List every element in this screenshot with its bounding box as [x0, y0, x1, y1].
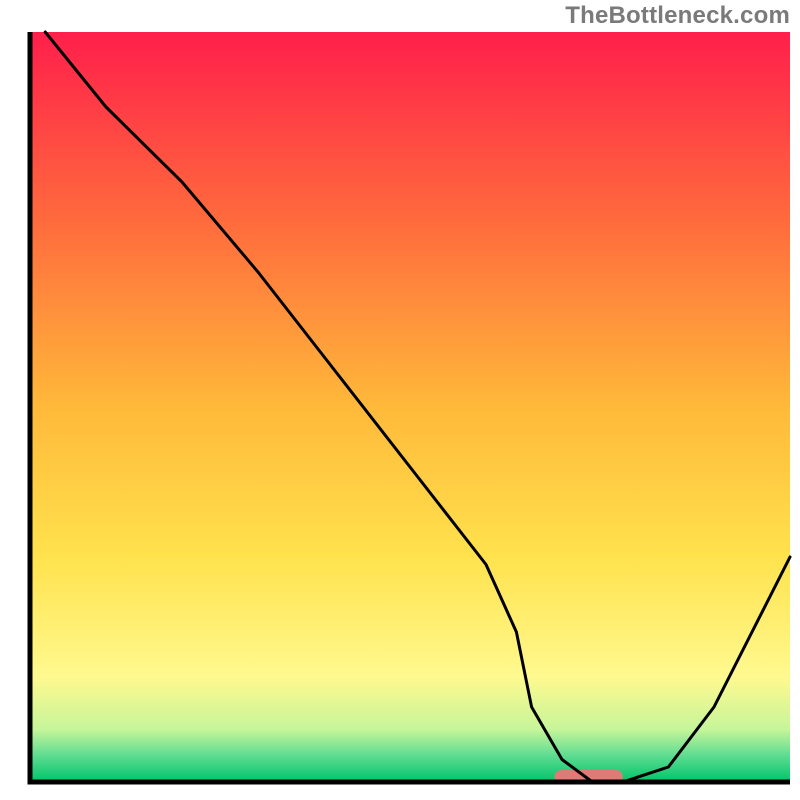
bottleneck-chart: [0, 0, 800, 800]
watermark-text: TheBottleneck.com: [565, 2, 790, 30]
chart-container: TheBottleneck.com: [0, 0, 800, 800]
